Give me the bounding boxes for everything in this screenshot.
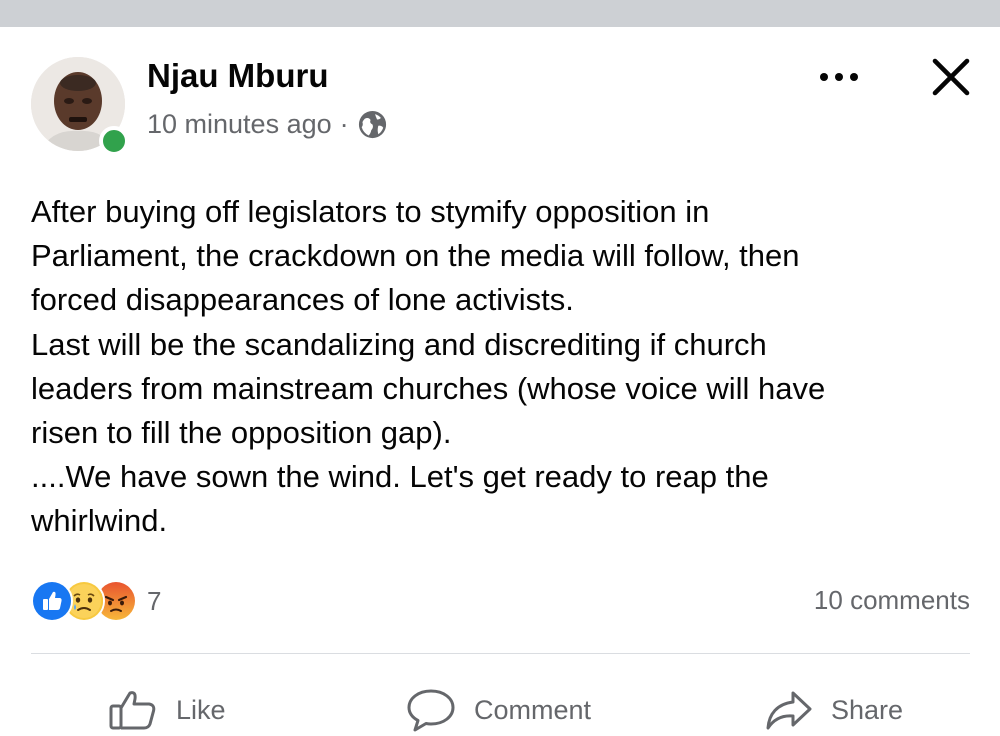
comment-bubble-icon <box>406 687 456 733</box>
comment-button[interactable]: Comment <box>406 684 591 736</box>
post-body: After buying off legislators to stymify … <box>31 194 826 539</box>
like-label: Like <box>176 694 226 725</box>
author-name[interactable]: Njau Mburu <box>147 57 328 95</box>
meta-separator: · <box>339 108 349 139</box>
share-button[interactable]: Share <box>765 684 903 736</box>
comments-count[interactable]: 10 comments <box>814 585 970 616</box>
share-arrow-icon <box>765 688 813 732</box>
divider <box>31 653 970 654</box>
post-meta: 10 minutes ago · <box>147 106 388 142</box>
like-button[interactable]: Like <box>108 684 226 736</box>
post-timestamp[interactable]: 10 minutes ago <box>147 109 332 140</box>
reaction-count[interactable]: 7 <box>147 586 161 617</box>
close-icon[interactable] <box>930 56 972 98</box>
like-reaction-icon <box>31 580 73 622</box>
comment-label: Comment <box>474 694 592 725</box>
online-status-indicator <box>99 126 129 156</box>
reactions-summary[interactable]: 7 <box>31 580 161 622</box>
thumbs-up-icon <box>108 688 158 732</box>
share-label: Share <box>831 694 904 725</box>
more-options-icon[interactable] <box>816 62 862 92</box>
globe-icon[interactable] <box>357 109 388 140</box>
status-strip <box>0 0 1000 27</box>
